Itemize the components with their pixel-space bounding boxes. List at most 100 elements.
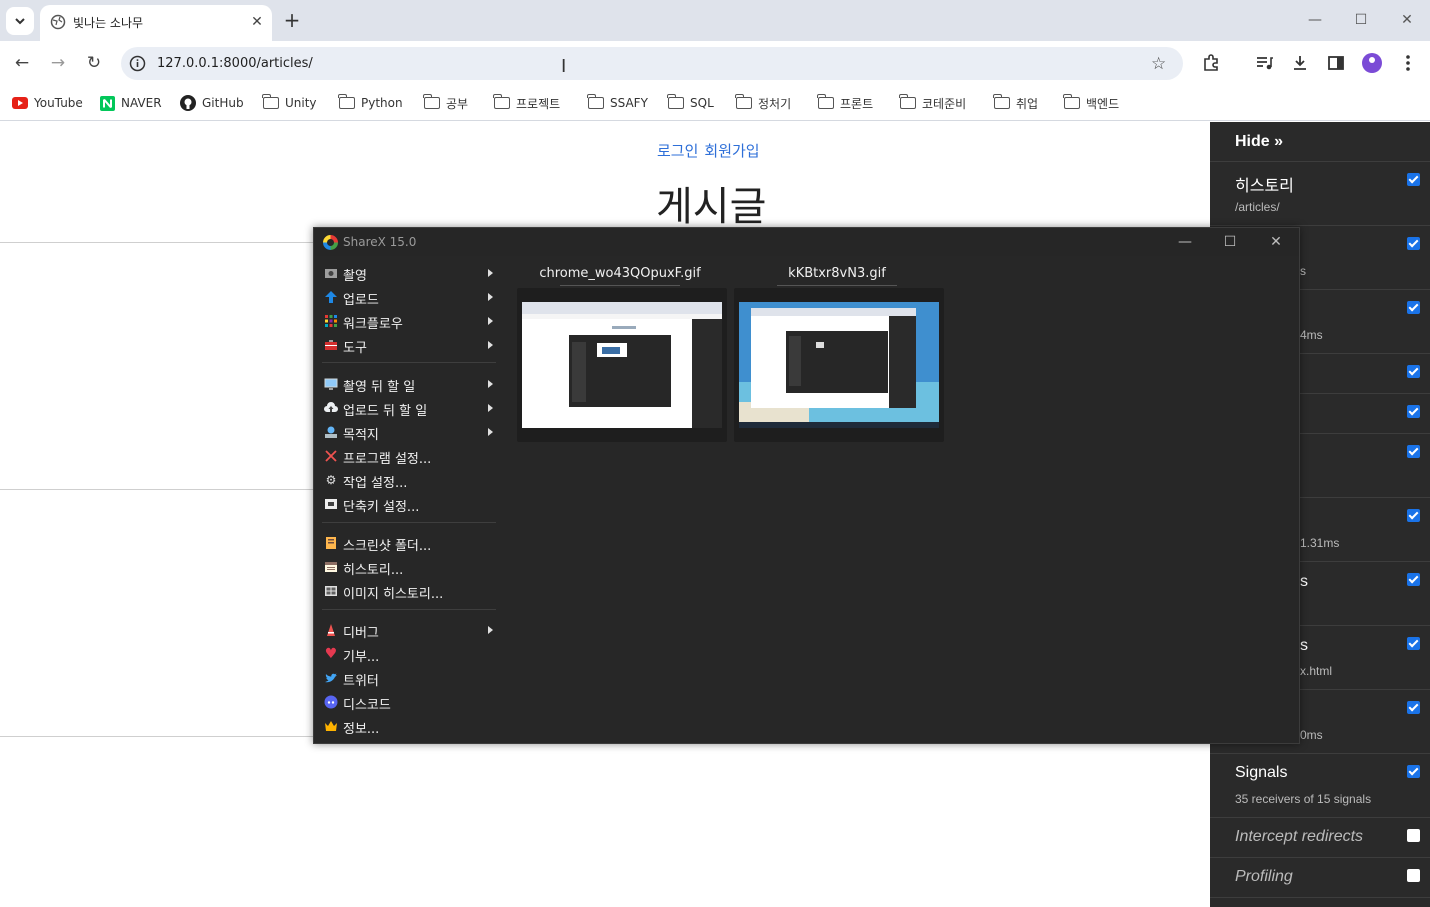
menu-item-label: 촬영 — [343, 269, 367, 284]
bookmark-naver[interactable]: NAVER — [100, 93, 162, 113]
menu-item-after-capture[interactable]: 촬영 뒤 할 일 — [314, 373, 509, 395]
bookmark-folder-job[interactable]: 취업 — [993, 93, 1038, 113]
hide-toolbar-button[interactable]: Hide » — [1210, 122, 1430, 162]
bookmark-folder-engineer[interactable]: 정처기 — [735, 93, 791, 113]
cloud-upload-icon — [324, 401, 338, 415]
bug-icon — [324, 623, 338, 637]
bookmark-folder-front[interactable]: 프론트 — [817, 93, 873, 113]
bookmark-star-icon[interactable]: ☆ — [1151, 54, 1166, 74]
site-info-icon[interactable] — [129, 55, 146, 72]
menu-item-about[interactable]: 정보... — [314, 715, 509, 737]
debug-panel-profiling[interactable]: Profiling — [1210, 858, 1430, 898]
sharex-titlebar[interactable]: ShareX 15.0 — ☐ ✕ — [314, 228, 1299, 256]
bookmark-folder-project[interactable]: 프로젝트 — [493, 93, 560, 113]
folder-icon — [993, 94, 1010, 109]
history-thumbnail[interactable]: chrome_wo43QOpuxF.gif — [515, 260, 727, 442]
folder-icon — [493, 94, 510, 109]
menu-item-tools[interactable]: 도구 — [314, 334, 509, 356]
crown-icon — [324, 719, 338, 733]
address-bar[interactable]: 127.0.0.1:8000/articles/ ☆ — [121, 47, 1183, 80]
media-control-icon[interactable] — [1254, 53, 1274, 73]
panel-toggle-checkbox[interactable] — [1407, 701, 1420, 714]
maximize-window-button[interactable]: ☐ — [1351, 10, 1371, 30]
submenu-arrow-icon — [488, 428, 493, 436]
reload-button[interactable]: ↻ — [83, 52, 105, 74]
close-tab-icon[interactable]: ✕ — [248, 13, 266, 31]
menu-item-screenshot-folder[interactable]: 스크린샷 폴더... — [314, 532, 509, 554]
side-panel-icon[interactable] — [1326, 53, 1346, 73]
bookmarks-bar: YouTube NAVER GitHub Unity Python 공부 프로젝… — [0, 86, 1430, 121]
menu-item-debug[interactable]: 디버그 — [314, 619, 509, 641]
panel-toggle-checkbox[interactable] — [1407, 405, 1420, 418]
panel-toggle-checkbox[interactable] — [1407, 573, 1420, 586]
forward-button[interactable]: → — [47, 52, 69, 74]
panel-toggle-checkbox[interactable] — [1407, 509, 1420, 522]
minimize-window-button[interactable]: — — [1305, 10, 1325, 30]
menu-item-label: 이미지 히스토리... — [343, 587, 444, 602]
panel-toggle-checkbox[interactable] — [1407, 765, 1420, 778]
panel-toggle-checkbox[interactable] — [1407, 445, 1420, 458]
more-menu-icon[interactable] — [1398, 53, 1418, 73]
bookmark-folder-sql[interactable]: SQL — [667, 93, 714, 113]
new-tab-button[interactable]: + — [282, 10, 302, 30]
bookmark-folder-ssafy[interactable]: SSAFY — [587, 93, 648, 113]
bookmark-folder-study[interactable]: 공부 — [423, 93, 468, 113]
menu-item-donate[interactable]: ♥ 기부... — [314, 643, 509, 665]
url-text[interactable]: 127.0.0.1:8000/articles/ — [157, 56, 313, 71]
login-link[interactable]: 로그인 — [657, 142, 698, 160]
panel-toggle-checkbox[interactable] — [1407, 829, 1420, 842]
upload-arrow-icon — [324, 290, 338, 304]
menu-item-label: 디스코드 — [343, 698, 391, 713]
menu-item-hotkey-settings[interactable]: 단축키 설정... — [314, 493, 509, 515]
profile-avatar[interactable] — [1362, 53, 1382, 73]
menu-item-label: 목적지 — [343, 428, 379, 443]
bookmark-folder-python[interactable]: Python — [338, 93, 403, 113]
menu-item-app-settings[interactable]: 프로그램 설정... — [314, 445, 509, 467]
sharex-minimize-button[interactable]: — — [1175, 232, 1195, 252]
menu-item-workflow[interactable]: 워크플로우 — [314, 310, 509, 332]
menu-item-label: 기부... — [343, 650, 380, 665]
bookmark-folder-backend[interactable]: 백엔드 — [1063, 93, 1119, 113]
panel-toggle-checkbox[interactable] — [1407, 637, 1420, 650]
folder-icon — [262, 94, 279, 109]
browser-tab[interactable]: 빛나는 소나무 ✕ — [40, 5, 272, 41]
menu-item-task-settings[interactable]: ⚙ 작업 설정... — [314, 469, 509, 491]
panel-toggle-checkbox[interactable] — [1407, 173, 1420, 186]
panel-title: 히스토리 — [1235, 178, 1294, 195]
sharex-close-button[interactable]: ✕ — [1266, 232, 1286, 252]
menu-item-label: 디버그 — [343, 626, 379, 641]
bookmark-github[interactable]: GitHub — [180, 93, 244, 113]
sharex-maximize-button[interactable]: ☐ — [1220, 232, 1240, 252]
panel-toggle-checkbox[interactable] — [1407, 237, 1420, 250]
menu-item-image-history[interactable]: 이미지 히스토리... — [314, 580, 509, 602]
extensions-icon[interactable] — [1201, 53, 1221, 73]
close-window-button[interactable]: ✕ — [1397, 10, 1417, 30]
tab-search-button[interactable] — [6, 7, 34, 35]
thumbnail-image — [522, 302, 722, 428]
menu-item-discord[interactable]: 디스코드 — [314, 691, 509, 713]
folder-icon — [423, 94, 440, 109]
folder-icon — [338, 94, 355, 109]
submenu-arrow-icon — [488, 380, 493, 388]
menu-item-history[interactable]: 히스토리... — [314, 556, 509, 578]
bookmark-youtube[interactable]: YouTube — [12, 93, 83, 113]
download-icon[interactable] — [1290, 53, 1310, 73]
menu-item-upload[interactable]: 업로드 — [314, 286, 509, 308]
panel-toggle-checkbox[interactable] — [1407, 869, 1420, 882]
bookmark-label: SQL — [690, 96, 714, 110]
menu-item-twitter[interactable]: 트위터 — [314, 667, 509, 689]
back-button[interactable]: ← — [11, 52, 33, 74]
menu-item-after-upload[interactable]: 업로드 뒤 할 일 — [314, 397, 509, 419]
panel-toggle-checkbox[interactable] — [1407, 301, 1420, 314]
menu-item-destinations[interactable]: 목적지 — [314, 421, 509, 443]
history-thumbnail[interactable]: kKBtxr8vN3.gif — [732, 260, 944, 442]
menu-item-capture[interactable]: 촬영 — [314, 262, 509, 284]
debug-panel-history[interactable]: 히스토리 /articles/ — [1210, 162, 1430, 226]
bookmark-label: Unity — [285, 96, 317, 110]
debug-panel-signals[interactable]: Signals 35 receivers of 15 signals — [1210, 754, 1430, 818]
debug-panel-intercept-redirects[interactable]: Intercept redirects — [1210, 818, 1430, 858]
panel-toggle-checkbox[interactable] — [1407, 365, 1420, 378]
signup-link[interactable]: 회원가입 — [704, 142, 759, 160]
bookmark-folder-unity[interactable]: Unity — [262, 93, 317, 113]
bookmark-folder-coding-test[interactable]: 코테준비 — [899, 93, 966, 113]
